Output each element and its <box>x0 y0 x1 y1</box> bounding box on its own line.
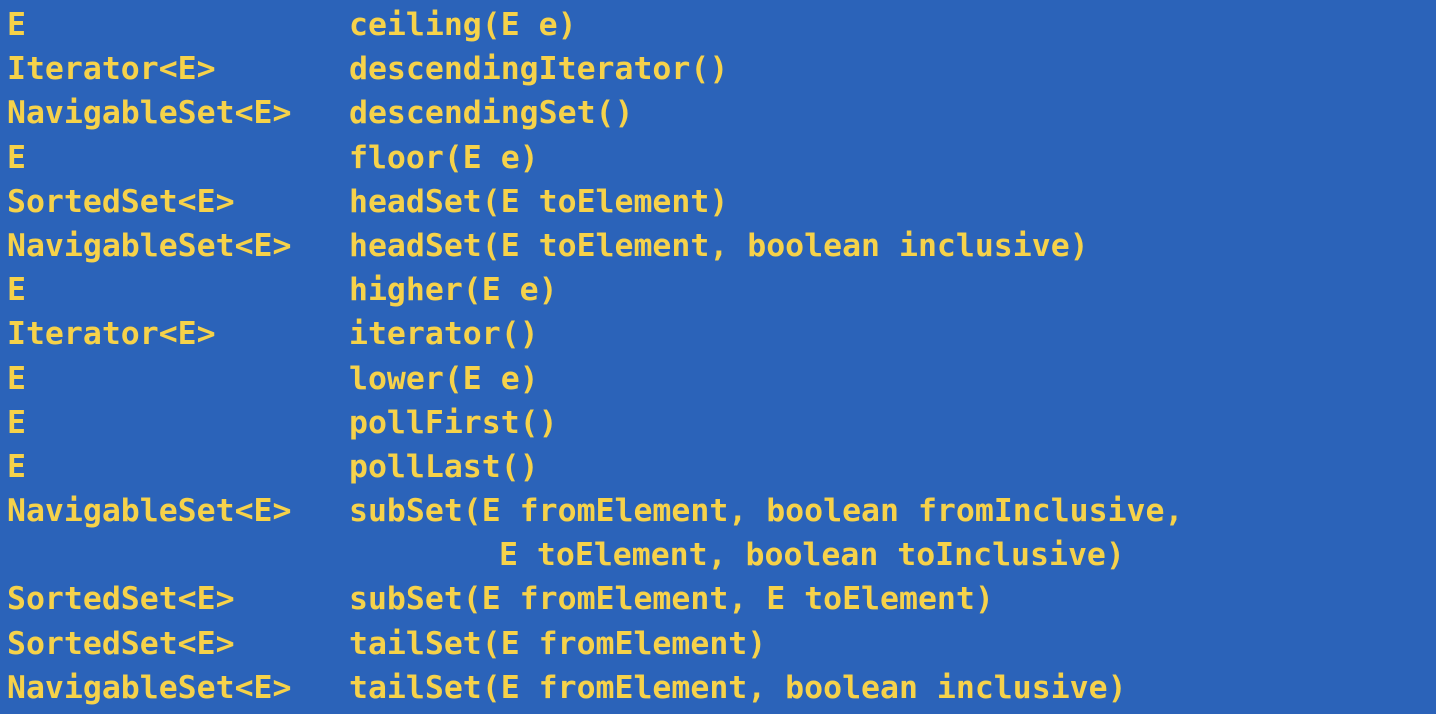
method-signature: tailSet(E fromElement) <box>349 625 767 662</box>
return-type: E <box>7 272 26 309</box>
return-type: Iterator<E> <box>7 51 216 88</box>
method-signature: pollLast() <box>349 448 539 485</box>
method-row: NavigableSet<E> descendingSet() <box>7 91 1183 135</box>
method-signature: iterator() <box>349 316 539 353</box>
method-signature-continuation: E toElement, boolean toInclusive) <box>499 537 1125 574</box>
method-signature: subSet(E fromElement, boolean fromInclus… <box>349 493 1184 530</box>
method-signature: higher(E e) <box>349 272 558 309</box>
return-type: E <box>7 139 26 176</box>
method-signature: tailSet(E fromElement, boolean inclusive… <box>349 669 1127 706</box>
method-row: SortedSet<E> tailSet(E fromElement) <box>7 622 1183 666</box>
method-signature: headSet(E toElement, boolean inclusive) <box>349 227 1089 264</box>
return-type: NavigableSet<E> <box>7 227 292 264</box>
method-signature: floor(E e) <box>349 139 539 176</box>
method-row: NavigableSet<E> tailSet(E fromElement, b… <box>7 666 1183 710</box>
return-type: E <box>7 360 26 397</box>
method-signature: descendingSet() <box>349 95 634 132</box>
method-row: E lower(E e) <box>7 357 1183 401</box>
return-type: NavigableSet<E> <box>7 669 292 706</box>
method-row: Iterator<E> descendingIterator() <box>7 47 1183 91</box>
return-type: NavigableSet<E> <box>7 493 292 530</box>
method-row: E pollFirst() <box>7 401 1183 445</box>
method-list: E ceiling(E e) Iterator<E> descendingIte… <box>7 3 1183 710</box>
method-signature: lower(E e) <box>349 360 539 397</box>
method-row: E floor(E e) <box>7 136 1183 180</box>
method-row: SortedSet<E> headSet(E toElement) <box>7 180 1183 224</box>
method-signature: pollFirst() <box>349 404 558 441</box>
method-signature: descendingIterator() <box>349 51 729 88</box>
return-type: SortedSet<E> <box>7 625 235 662</box>
method-row: NavigableSet<E> headSet(E toElement, boo… <box>7 224 1183 268</box>
right-border <box>1436 0 1442 716</box>
method-row: E higher(E e) <box>7 268 1183 312</box>
code-panel: E ceiling(E e) Iterator<E> descendingIte… <box>0 0 1436 714</box>
method-signature: headSet(E toElement) <box>349 183 729 220</box>
method-row: E pollLast() <box>7 445 1183 489</box>
method-signature: subSet(E fromElement, E toElement) <box>349 581 994 618</box>
method-row: Iterator<E> iterator() <box>7 312 1183 356</box>
return-type: Iterator<E> <box>7 316 216 353</box>
method-row-continuation: E toElement, boolean toInclusive) <box>7 533 1183 577</box>
return-type: SortedSet<E> <box>7 183 235 220</box>
return-type: E <box>7 7 26 43</box>
method-row: SortedSet<E> subSet(E fromElement, E toE… <box>7 577 1183 621</box>
method-row: NavigableSet<E> subSet(E fromElement, bo… <box>7 489 1183 533</box>
method-row: E ceiling(E e) <box>7 3 1183 47</box>
method-signature: ceiling(E e) <box>349 7 577 43</box>
return-type: E <box>7 448 26 485</box>
return-type: E <box>7 404 26 441</box>
return-type: SortedSet<E> <box>7 581 235 618</box>
return-type: NavigableSet<E> <box>7 95 292 132</box>
